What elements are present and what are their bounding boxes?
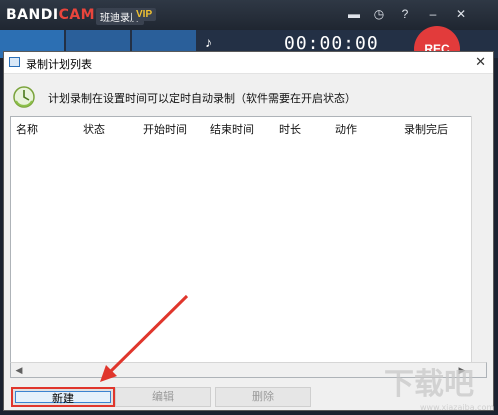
close-icon[interactable]: ✕	[452, 5, 470, 23]
app-titlebar: BANDICAM 班迪录屏 VIP ▬ ◷ ? – ✕	[0, 0, 498, 30]
vertical-scrollbar[interactable]	[471, 116, 487, 362]
column-header-end-time[interactable]: 结束时间	[210, 121, 254, 137]
watermark-text: 下载吧	[384, 367, 474, 402]
dialog-titlebar: 录制计划列表 ✕	[4, 52, 493, 74]
column-header-start-time[interactable]: 开始时间	[143, 121, 187, 137]
new-button[interactable]: 新建	[11, 387, 115, 407]
folder-icon[interactable]: ▬	[345, 5, 363, 23]
column-header-after-recording[interactable]: 录制完后	[404, 121, 448, 137]
bandicam-logo: BANDICAM	[6, 7, 95, 23]
schedule-list[interactable]: 名称 状态 开始时间 结束时间 时长 动作 录制完后	[10, 116, 487, 378]
edit-button[interactable]: 编辑	[115, 387, 211, 407]
column-header-action[interactable]: 动作	[335, 121, 357, 137]
delete-button[interactable]: 删除	[215, 387, 311, 407]
dialog-close-icon[interactable]: ✕	[475, 54, 486, 70]
logo-text-part1: BANDI	[6, 7, 59, 23]
window-icon	[9, 57, 20, 67]
column-header-duration[interactable]: 时长	[279, 121, 301, 137]
schedule-dialog: 录制计划列表 ✕ 计划录制在设置时间可以定时自动录制（软件需要在开启状态） 名称…	[3, 51, 494, 411]
column-header-status[interactable]: 状态	[83, 121, 105, 137]
site-watermark: 下载吧 www.xiazaiba.com	[384, 367, 494, 412]
minimize-icon[interactable]: –	[424, 5, 442, 23]
column-header-name[interactable]: 名称	[16, 121, 38, 137]
dialog-title: 录制计划列表	[26, 59, 92, 71]
watermark-subtext: www.xiazaiba.com	[420, 403, 494, 412]
new-button-label: 新建	[15, 391, 111, 405]
vip-badge[interactable]: VIP	[132, 8, 157, 21]
help-icon[interactable]: ?	[396, 5, 414, 23]
clock-icon[interactable]: ◷	[370, 5, 388, 23]
logo-text-part2: CAM	[58, 7, 96, 23]
info-text: 计划录制在设置时间可以定时自动录制（软件需要在开启状态）	[48, 93, 356, 105]
scroll-left-icon[interactable]: ◀	[12, 364, 26, 376]
schedule-clock-icon	[13, 86, 35, 108]
